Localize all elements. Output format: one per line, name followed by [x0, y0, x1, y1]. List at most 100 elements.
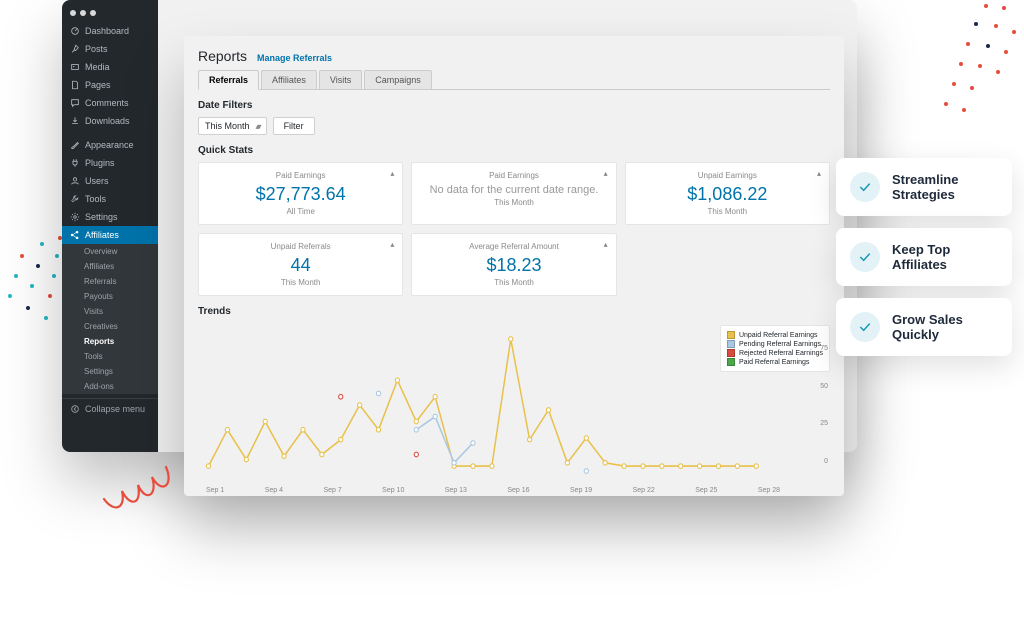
quick-stats-header: Quick Stats	[198, 145, 830, 156]
page-title: Reports	[198, 48, 247, 64]
download-icon	[70, 116, 80, 126]
wrench-icon	[70, 194, 80, 204]
expand-icon[interactable]: ▴	[604, 169, 608, 178]
card-value: 44	[207, 255, 394, 276]
tab-campaigns[interactable]: Campaigns	[364, 70, 432, 89]
trends-header: Trends	[198, 306, 830, 317]
decorative-squiggle	[100, 455, 190, 520]
sidebar-item-downloads[interactable]: Downloads	[62, 112, 158, 130]
trends-chart: Unpaid Referral EarningsPending Referral…	[198, 325, 830, 485]
check-icon	[850, 242, 880, 272]
sidebar-item-dashboard[interactable]: Dashboard	[62, 22, 158, 40]
sidebar-item-posts[interactable]: Posts	[62, 40, 158, 58]
stat-card-2: ▴Unpaid Earnings$1,086.22This Month	[625, 162, 830, 225]
sidebar-item-plugins[interactable]: Plugins	[62, 154, 158, 172]
media-icon	[70, 62, 80, 72]
card-title: Unpaid Referrals	[207, 242, 394, 251]
submenu-item-overview[interactable]: Overview	[62, 244, 158, 259]
sidebar-item-label: Pages	[85, 80, 111, 90]
card-title: Average Referral Amount	[420, 242, 607, 251]
expand-icon[interactable]: ▴	[604, 240, 608, 249]
feature-card-2: Grow Sales Quickly	[836, 298, 1012, 356]
card-subtitle: This Month	[420, 278, 607, 287]
sidebar-item-label: Posts	[85, 44, 108, 54]
plug-icon	[70, 158, 80, 168]
date-filters-header: Date Filters	[198, 100, 830, 111]
reports-panel: Reports Manage Referrals ReferralsAffili…	[184, 36, 844, 496]
sidebar-item-label: Settings	[85, 212, 118, 222]
card-value: $1,086.22	[634, 184, 821, 205]
feature-card-1: Keep Top Affiliates	[836, 228, 1012, 286]
sidebar-item-label: Plugins	[85, 158, 115, 168]
submenu-item-tools[interactable]: Tools	[62, 349, 158, 364]
affiliates-icon	[70, 230, 80, 240]
window-controls	[70, 10, 96, 16]
legend-item: Unpaid Referral Earnings	[727, 331, 823, 339]
manage-referrals-link[interactable]: Manage Referrals	[257, 53, 332, 63]
sidebar-item-settings[interactable]: Settings	[62, 208, 158, 226]
brush-icon	[70, 140, 80, 150]
sidebar-item-label: Affiliates	[85, 230, 119, 240]
decorative-dots-top	[904, 0, 1024, 120]
date-range-select[interactable]: This Month ▴▾	[198, 117, 267, 135]
submenu-item-settings[interactable]: Settings	[62, 364, 158, 379]
card-subtitle: This Month	[207, 278, 394, 287]
date-range-value: This Month	[205, 121, 250, 131]
feature-card-label: Streamline Strategies	[892, 172, 998, 202]
submenu-item-referrals[interactable]: Referrals	[62, 274, 158, 289]
stat-card-3: ▴Unpaid Referrals 44 This Month	[198, 233, 403, 296]
sidebar-item-tools[interactable]: Tools	[62, 190, 158, 208]
pin-icon	[70, 44, 80, 54]
gear-icon	[70, 212, 80, 222]
sidebar-item-users[interactable]: Users	[62, 172, 158, 190]
filter-button[interactable]: Filter	[273, 117, 315, 135]
card-subtitle: This Month	[420, 198, 607, 207]
comment-icon	[70, 98, 80, 108]
stat-card-4: ▴Average Referral Amount $18.23 This Month	[411, 233, 616, 296]
sidebar-item-affiliates[interactable]: Affiliates	[62, 226, 158, 244]
check-icon	[850, 172, 880, 202]
stat-card-0: ▴Paid Earnings $27,773.64 All Time	[198, 162, 403, 225]
tab-referrals[interactable]: Referrals	[198, 70, 259, 90]
submenu-item-affiliates[interactable]: Affiliates	[62, 259, 158, 274]
submenu-item-reports[interactable]: Reports	[62, 334, 158, 349]
stat-card-1: ▴Paid EarningsNo data for the current da…	[411, 162, 616, 225]
sidebar-item-media[interactable]: Media	[62, 58, 158, 76]
card-subtitle: All Time	[207, 207, 394, 216]
sidebar-item-label: Tools	[85, 194, 106, 204]
feature-card-label: Keep Top Affiliates	[892, 242, 998, 272]
wp-sidebar: Dashboard Posts Media Pages Comments Download…	[62, 0, 158, 452]
dashboard-icon	[70, 26, 80, 36]
sidebar-item-label: Media	[85, 62, 110, 72]
tab-affiliates[interactable]: Affiliates	[261, 70, 317, 89]
submenu-item-payouts[interactable]: Payouts	[62, 289, 158, 304]
sidebar-item-comments[interactable]: Comments	[62, 94, 158, 112]
feature-card-0: Streamline Strategies	[836, 158, 1012, 216]
x-axis-labels: Sep 1Sep 4Sep 7Sep 10Sep 13Sep 16Sep 19S…	[198, 485, 830, 494]
submenu-item-visits[interactable]: Visits	[62, 304, 158, 319]
expand-icon[interactable]: ▴	[390, 169, 394, 178]
feature-card-label: Grow Sales Quickly	[892, 312, 998, 342]
submenu-item-add-ons[interactable]: Add-ons	[62, 379, 158, 394]
expand-icon[interactable]: ▴	[817, 169, 821, 178]
sidebar-item-label: Downloads	[85, 116, 130, 126]
tab-visits[interactable]: Visits	[319, 70, 362, 89]
sidebar-item-label: Users	[85, 176, 109, 186]
submenu-item-creatives[interactable]: Creatives	[62, 319, 158, 334]
sidebar-item-appearance[interactable]: Appearance	[62, 136, 158, 154]
sidebar-item-pages[interactable]: Pages	[62, 76, 158, 94]
user-icon	[70, 176, 80, 186]
sidebar-item-label: Appearance	[85, 140, 134, 150]
select-arrows-icon: ▴▾	[256, 122, 260, 131]
expand-icon[interactable]: ▴	[390, 240, 394, 249]
sidebar-item-label: Dashboard	[85, 26, 129, 36]
card-subtitle: This Month	[634, 207, 821, 216]
page-icon	[70, 80, 80, 90]
y-axis-labels: 7550250	[808, 345, 828, 465]
card-value: $27,773.64	[207, 184, 394, 205]
card-value: No data for the current date range.	[420, 184, 607, 196]
collapse-menu-button[interactable]: Collapse menu	[62, 398, 158, 416]
sidebar-item-label: Comments	[85, 98, 129, 108]
card-value: $18.23	[420, 255, 607, 276]
card-title: Paid Earnings	[207, 171, 394, 180]
